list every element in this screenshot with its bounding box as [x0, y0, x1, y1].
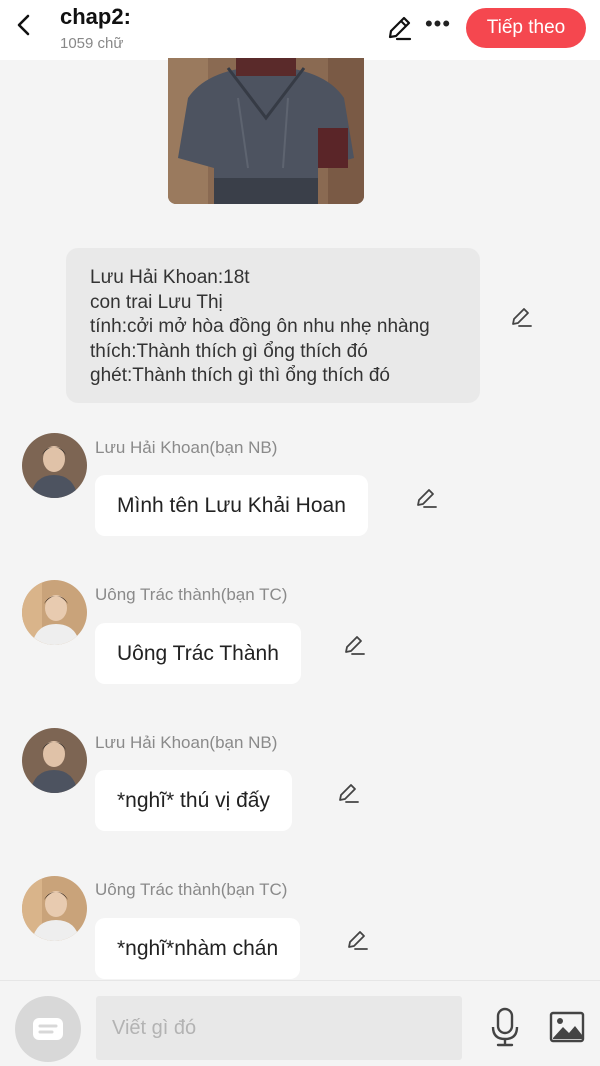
info-line-dislikes: ghét:Thành thích gì thì ổng thích đó [90, 365, 390, 386]
message-bubble[interactable]: *nghĩ* thú vị đấy [95, 770, 292, 831]
edit-pencil-icon[interactable] [336, 781, 360, 805]
message-input[interactable] [96, 996, 462, 1060]
avatar[interactable] [22, 433, 87, 498]
chapter-title: chap2: [60, 4, 131, 29]
composer-bar [0, 980, 600, 1066]
message-bubble[interactable]: Uông Trác Thành [95, 623, 301, 684]
info-line-likes: thích:Thành thích gì ổng thích đó [90, 340, 368, 362]
character-info-card: Lưu Hải Khoan:18t con trai Lưu Thị tính:… [66, 248, 480, 403]
avatar[interactable] [22, 728, 87, 793]
edit-pencil-icon[interactable] [509, 305, 533, 329]
info-line-relation: con trai Lưu Thị [90, 291, 223, 313]
message-bubble[interactable]: Mình tên Lưu Khải Hoan [95, 475, 368, 536]
pencil-icon[interactable] [385, 14, 413, 42]
avatar[interactable] [22, 580, 87, 645]
microphone-icon[interactable] [490, 1007, 520, 1047]
image-icon[interactable] [549, 1011, 585, 1043]
edit-pencil-icon[interactable] [342, 633, 366, 657]
sender-name: Lưu Hải Khoan(bạn NB) [95, 438, 278, 457]
edit-pencil-icon[interactable] [414, 486, 438, 510]
sender-name: Lưu Hải Khoan(bạn NB) [95, 733, 278, 752]
more-icon[interactable]: ••• [424, 10, 452, 38]
avatar[interactable] [22, 876, 87, 941]
info-line-name: Lưu Hải Khoan:18t [90, 267, 250, 288]
edit-pencil-icon[interactable] [345, 928, 369, 952]
top-bar: chap2: 1059 chữ ••• Tiếp theo [0, 0, 600, 60]
info-line-personality: tính:cởi mở hòa đồng ôn nhu nhẹ nhàng [90, 316, 430, 337]
chat-icon[interactable] [15, 996, 81, 1062]
message-bubble[interactable]: *nghĩ*nhàm chán [95, 918, 301, 979]
word-count: 1059 chữ [60, 35, 124, 52]
sender-name: Uông Trác thành(bạn TC) [95, 585, 288, 604]
chevron-left-icon[interactable] [12, 10, 36, 40]
sender-name: Uông Trác thành(bạn TC) [95, 880, 288, 899]
next-button[interactable]: Tiếp theo [466, 8, 586, 48]
chapter-image [168, 58, 364, 204]
